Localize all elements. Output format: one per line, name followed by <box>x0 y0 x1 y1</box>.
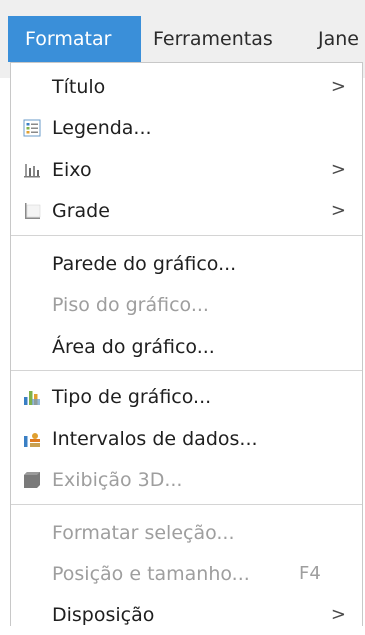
menu-item-piso-do-grafico: Piso do gráfico... <box>11 285 362 325</box>
chart-type-icon <box>23 388 41 406</box>
menu-item-label: Disposição <box>52 604 155 626</box>
menu-item-parede-do-grafico[interactable]: Parede do gráfico... <box>11 244 362 284</box>
menu-item-formatar-selecao: Formatar seleção... <box>11 513 362 553</box>
menu-item-label: Grade <box>52 200 110 222</box>
menu-item-label: Eixo <box>52 159 92 181</box>
chevron-right-icon: > <box>330 76 346 97</box>
shortcut-label: F4 <box>299 563 321 584</box>
data-ranges-icon <box>23 430 41 448</box>
menu-item-label: Piso do gráfico... <box>52 294 209 316</box>
background-window-edge <box>0 78 10 626</box>
formatar-dropdown-menu: Título > Legenda... Eixo > Grade > Pared… <box>10 62 363 626</box>
menu-separator <box>11 504 362 505</box>
chevron-right-icon: > <box>330 604 346 625</box>
menu-item-label: Posição e tamanho... <box>52 563 250 585</box>
axis-icon <box>23 161 41 179</box>
menu-item-posicao-e-tamanho: Posição e tamanho... F4 <box>11 554 362 594</box>
menu-item-label: Legenda... <box>52 117 152 139</box>
menu-item-intervalos-de-dados[interactable]: Intervalos de dados... <box>11 419 362 459</box>
menu-formatar[interactable]: Formatar <box>8 16 141 62</box>
menu-item-exibicao-3d: Exibição 3D... <box>11 460 362 500</box>
menu-separator <box>11 235 362 236</box>
menu-item-label: Tipo de gráfico... <box>52 386 212 408</box>
legend-icon <box>23 119 41 137</box>
menu-ferramentas[interactable]: Ferramentas <box>153 16 273 62</box>
menu-item-titulo[interactable]: Título > <box>11 67 362 107</box>
chevron-right-icon: > <box>330 200 346 221</box>
menu-item-label: Parede do gráfico... <box>52 253 237 275</box>
menu-item-label: Área do gráfico... <box>52 336 215 358</box>
menu-item-disposicao[interactable]: Disposição > <box>11 595 362 635</box>
menu-item-tipo-de-grafico[interactable]: Tipo de gráfico... <box>11 377 362 417</box>
menu-item-label: Formatar seleção... <box>52 522 235 544</box>
menu-separator <box>11 370 362 371</box>
menu-item-label: Intervalos de dados... <box>52 428 258 450</box>
menu-item-legenda[interactable]: Legenda... <box>11 108 362 148</box>
chevron-right-icon: > <box>330 159 346 180</box>
menu-item-label: Título <box>52 76 106 98</box>
menu-janela[interactable]: Jane <box>318 16 359 62</box>
3d-view-icon <box>23 471 41 489</box>
menu-item-eixo[interactable]: Eixo > <box>11 150 362 190</box>
menu-item-area-do-grafico[interactable]: Área do gráfico... <box>11 327 362 367</box>
menu-item-label: Exibição 3D... <box>52 469 183 491</box>
menu-item-grade[interactable]: Grade > <box>11 191 362 231</box>
grid-icon <box>23 202 41 220</box>
